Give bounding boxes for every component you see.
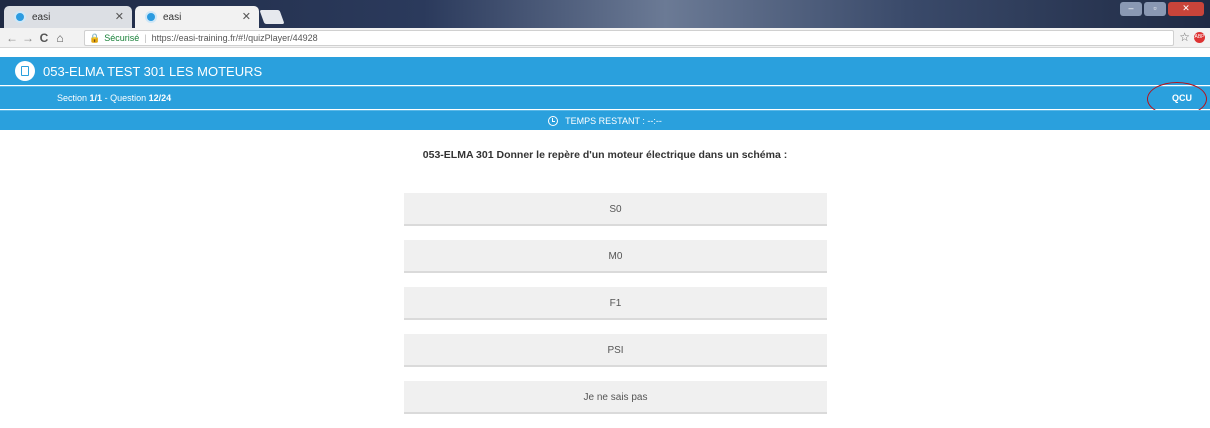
back-arrow-icon[interactable]: ←	[4, 31, 20, 45]
browser-tab-strip: easi ✕ easi ✕ – ▫ ✕	[0, 0, 1210, 28]
question-text: 053-ELMA 301 Donner le repère d'un moteu…	[422, 149, 788, 161]
reload-icon[interactable]: C	[36, 31, 52, 45]
answer-option[interactable]: M0	[404, 240, 827, 273]
quiz-title: 053-ELMA TEST 301 LES MOTEURS	[43, 63, 263, 79]
browser-tab[interactable]: easi ✕	[4, 6, 132, 28]
url-separator: |	[144, 33, 147, 43]
quiz-header: 053-ELMA TEST 301 LES MOTEURS	[0, 57, 1210, 85]
browser-tab-title: easi	[163, 11, 182, 23]
url-text: https://easi-training.fr/#!/quizPlayer/4…	[151, 33, 318, 43]
lock-icon: 🔒	[89, 32, 101, 43]
browser-tab-active[interactable]: easi ✕	[135, 6, 259, 28]
answer-option[interactable]: PSI	[404, 334, 827, 367]
answer-option[interactable]: S0	[404, 193, 827, 226]
question-type-badge: QCU	[1172, 93, 1192, 103]
answer-option[interactable]: F1	[404, 287, 827, 320]
new-tab-button[interactable]	[259, 10, 285, 24]
url-input[interactable]: 🔒 Sécurisé | https://easi-training.fr/#!…	[84, 30, 1174, 46]
adblock-extension-icon[interactable]: ABP	[1194, 32, 1205, 43]
answer-list: S0 M0 F1 PSI Je ne sais pas	[404, 193, 827, 428]
home-icon[interactable]: ⌂	[52, 31, 68, 45]
section-label: Section	[57, 93, 88, 103]
browser-tab-title: easi	[32, 11, 51, 23]
address-bar-row: ← → C ⌂ 🔒 Sécurisé | https://easi-traini…	[0, 28, 1210, 48]
maximize-icon[interactable]: ▫	[1144, 2, 1166, 16]
forward-arrow-icon[interactable]: →	[20, 31, 36, 45]
window-close-icon[interactable]: ✕	[1168, 2, 1204, 16]
minimize-icon[interactable]: –	[1120, 2, 1142, 16]
secure-label: Sécurisé	[104, 33, 140, 43]
timer-label: TEMPS RESTANT : --:--	[565, 115, 662, 126]
document-icon	[15, 61, 35, 81]
answer-option-dont-know[interactable]: Je ne sais pas	[404, 381, 827, 414]
easi-favicon-icon	[145, 11, 157, 23]
close-tab-icon[interactable]: ✕	[115, 10, 124, 23]
bookmark-star-icon[interactable]: ☆	[1179, 30, 1190, 44]
close-tab-icon[interactable]: ✕	[242, 10, 251, 23]
question-label: - Question	[104, 93, 147, 103]
question-counter: 12/24	[148, 93, 172, 103]
easi-favicon-icon	[14, 11, 26, 23]
timer-bar: TEMPS RESTANT : --:--	[0, 110, 1210, 130]
window-controls: – ▫ ✕	[1120, 2, 1204, 16]
clock-icon	[548, 115, 559, 126]
section-bar: Section 1/1 - Question 12/24 QCU	[0, 86, 1210, 109]
section-value: 1/1	[89, 93, 103, 103]
